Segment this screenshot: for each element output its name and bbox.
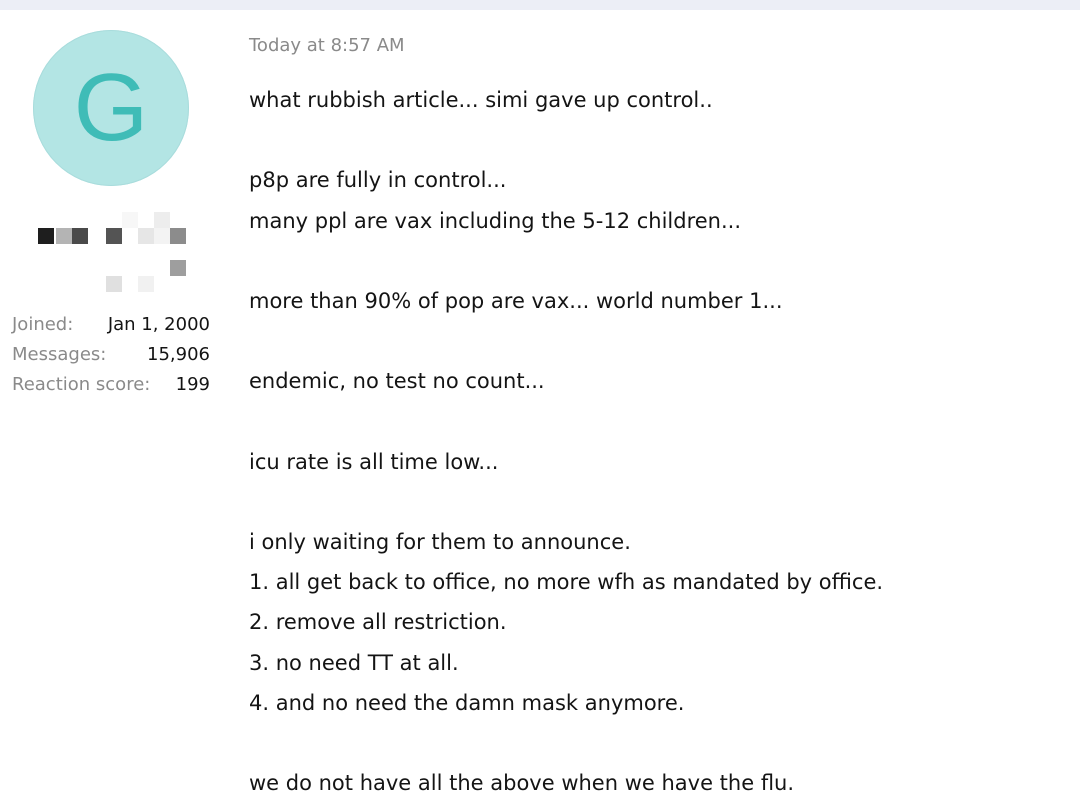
stat-label: Joined: [12, 314, 74, 335]
post-line: endemic, no test no count... [249, 369, 545, 394]
stat-value: 15,906 [147, 344, 210, 365]
post-line: what rubbish article... simi gave up con… [249, 88, 713, 112]
stat-reaction-score: Reaction score: 199 [12, 372, 210, 402]
stat-value: Jan 1, 2000 [107, 314, 210, 335]
post-line: icu rate is all time low... [249, 449, 499, 474]
post-timestamp[interactable]: Today at 8:57 AM [249, 35, 405, 56]
post-line [249, 405, 1059, 445]
username-pixelated[interactable] [38, 212, 190, 298]
post-line [249, 726, 1059, 766]
post-line: many ppl are vax including the 5-12 chil… [249, 208, 742, 233]
post-line: more than 90% of pop are vax... world nu… [249, 288, 783, 313]
post-line [249, 123, 1059, 163]
post-line [249, 324, 1059, 364]
post-line: 2. remove all restriction. [249, 610, 507, 635]
stat-joined: Joined: Jan 1, 2000 [12, 312, 210, 342]
author-stats: Joined: Jan 1, 2000 Messages: 15,906 Rea… [12, 312, 210, 402]
top-bar [0, 0, 1080, 10]
post-line [249, 485, 1059, 525]
post-line: 1. all get back to office, no more wfh a… [249, 570, 884, 595]
post-line: p8p are fully in control... [249, 168, 507, 193]
post-line [249, 244, 1059, 284]
post-line: we do not have all the above when we hav… [249, 771, 795, 796]
stat-messages: Messages: 15,906 [12, 342, 210, 372]
stat-label: Reaction score: [12, 374, 151, 395]
avatar-letter: G [73, 54, 149, 161]
post-line: 4. and no need the damn mask anymore. [249, 690, 685, 715]
post-body: what rubbish article... simi gave up con… [249, 83, 1059, 806]
stat-label: Messages: [12, 344, 107, 365]
avatar[interactable]: G [33, 30, 189, 186]
stat-value: 199 [175, 374, 210, 395]
post-line: 3. no need TT at all. [249, 650, 459, 675]
post-line: i only waiting for them to announce. [249, 530, 631, 555]
